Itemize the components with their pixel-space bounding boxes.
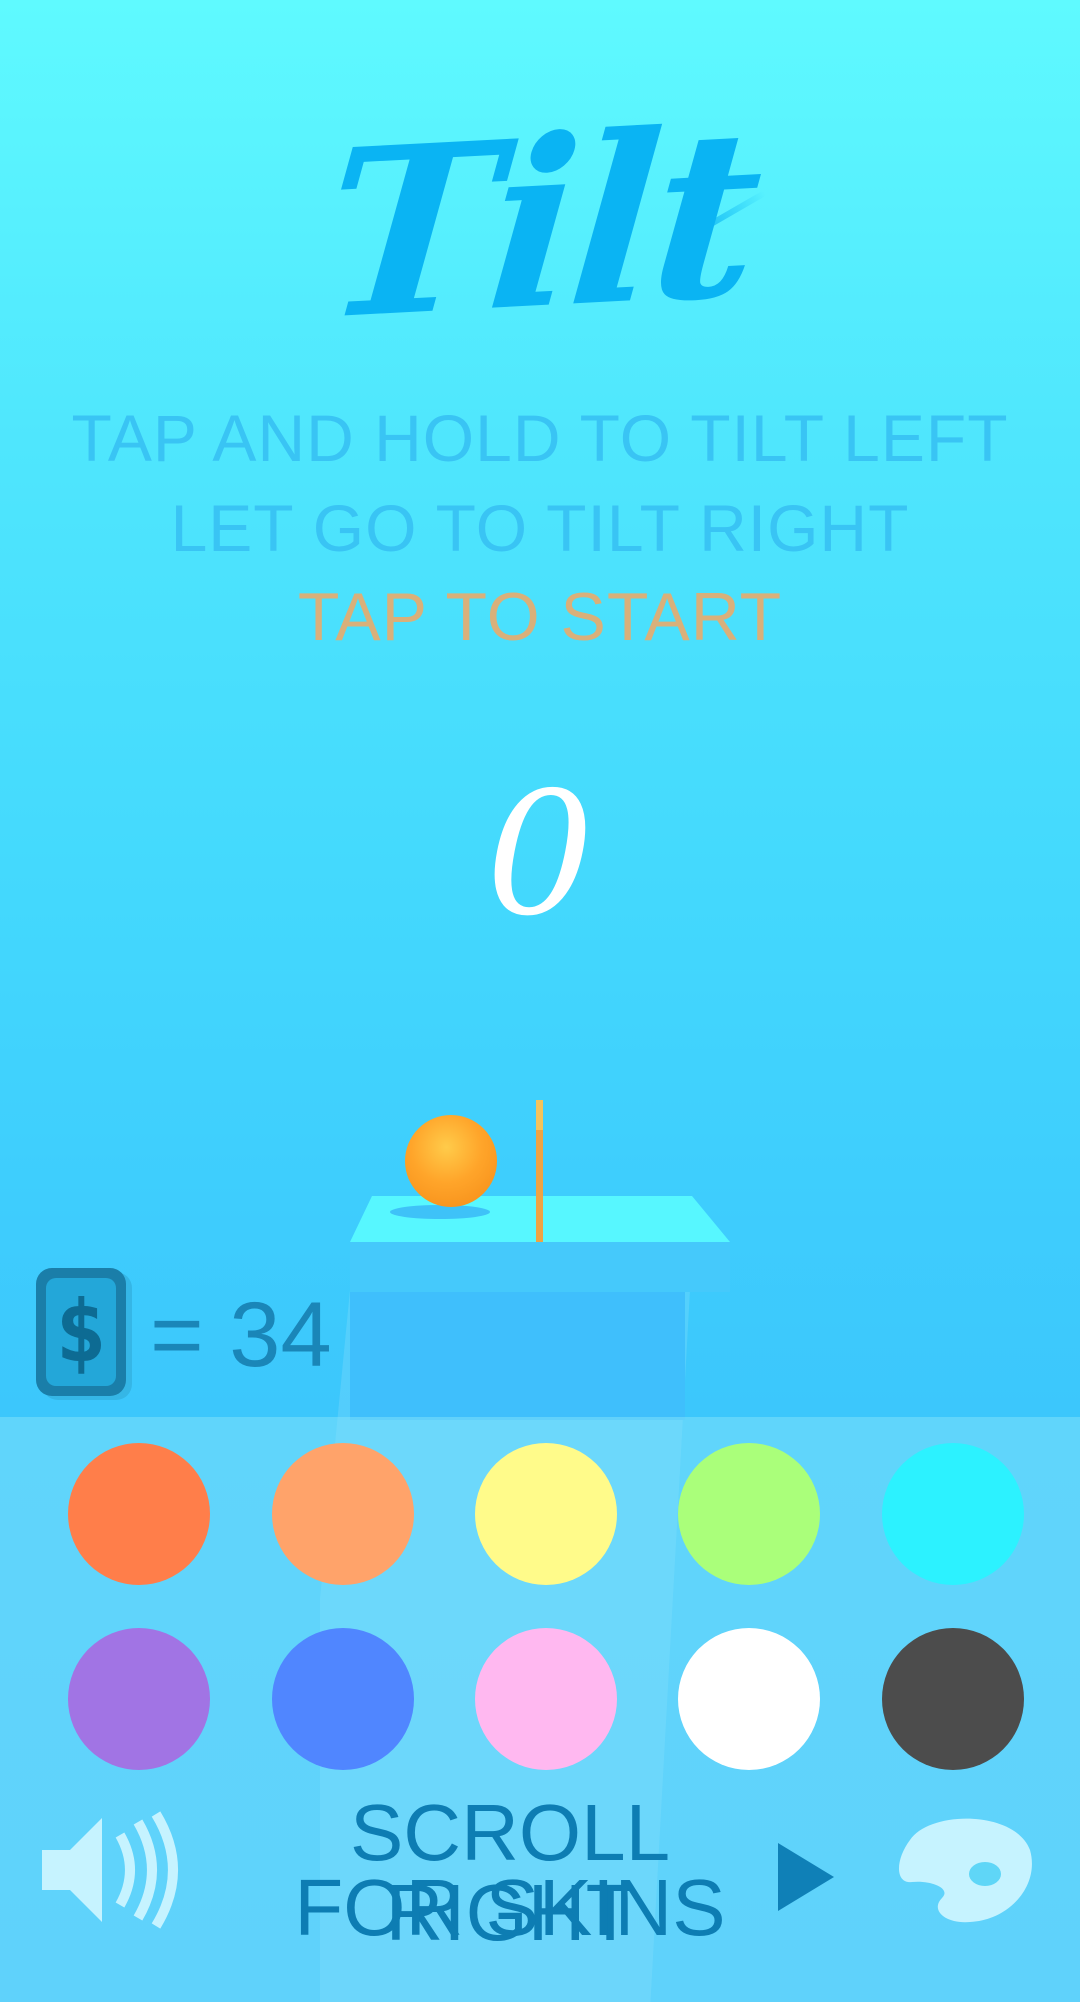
- instruction-tilt-right: LET GO TO TILT RIGHT: [170, 491, 910, 565]
- skin-swatch-dark-gray[interactable]: [882, 1628, 1024, 1770]
- skin-swatch-yellow[interactable]: [475, 1443, 617, 1585]
- skin-swatch-pink[interactable]: [475, 1628, 617, 1770]
- ball-shadow: [390, 1205, 490, 1219]
- skin-swatch-green[interactable]: [678, 1443, 820, 1585]
- tap-to-start-prompt[interactable]: TAP TO START: [0, 578, 1080, 656]
- coin-symbol: $: [46, 1278, 116, 1386]
- skin-swatch-orange-red[interactable]: [68, 1443, 210, 1585]
- skin-swatch-cyan[interactable]: [882, 1443, 1024, 1585]
- game-screen[interactable]: Tilt TAP AND HOLD TO TILT LEFT LET GO TO…: [0, 0, 1080, 2002]
- scroll-hint-line-2: FOR SKINS: [294, 1863, 726, 1952]
- play-arrow-icon[interactable]: [778, 1843, 834, 1911]
- skin-swatch-purple[interactable]: [68, 1628, 210, 1770]
- speaker-icon[interactable]: [40, 1810, 190, 1930]
- skin-swatch-light-orange[interactable]: [272, 1443, 414, 1585]
- game-title: Tilt: [314, 77, 766, 373]
- skin-swatch-blue[interactable]: [272, 1628, 414, 1770]
- palette-icon[interactable]: [890, 1810, 1040, 1930]
- platform-pillar: [350, 1290, 685, 1420]
- score-counter: 0: [485, 756, 595, 954]
- obstacle-stick-tip: [536, 1100, 543, 1130]
- coin-count: = 34: [150, 1284, 332, 1386]
- skin-swatch-white[interactable]: [678, 1628, 820, 1770]
- instruction-tilt-left: TAP AND HOLD TO TILT LEFT: [71, 401, 1009, 475]
- platform-front-face: [350, 1240, 730, 1292]
- coin-icon: $: [36, 1268, 126, 1396]
- player-ball: [405, 1115, 497, 1207]
